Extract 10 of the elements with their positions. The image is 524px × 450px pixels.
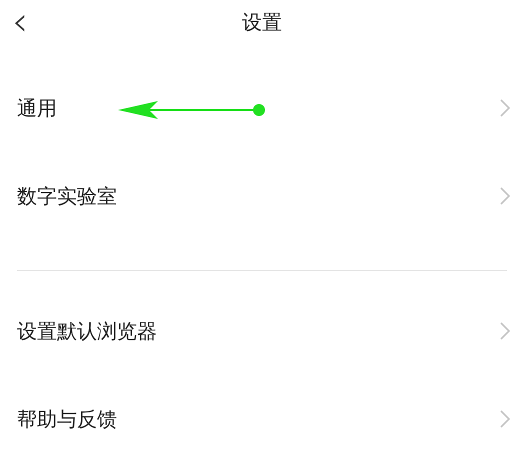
- settings-item[interactable]: 设置默认浏览器: [0, 287, 524, 375]
- chevron-icon: [500, 322, 510, 340]
- chevron-icon: [500, 187, 510, 205]
- chevron-icon: [500, 99, 510, 117]
- page-title: 设置: [242, 9, 282, 36]
- settings-item[interactable]: 数字实验室: [0, 152, 524, 240]
- settings-item[interactable]: 帮助与反馈: [0, 375, 524, 450]
- chevron-icon: [500, 410, 510, 428]
- back-button[interactable]: ‹: [12, 2, 28, 42]
- settings-item[interactable]: 通用: [0, 64, 524, 152]
